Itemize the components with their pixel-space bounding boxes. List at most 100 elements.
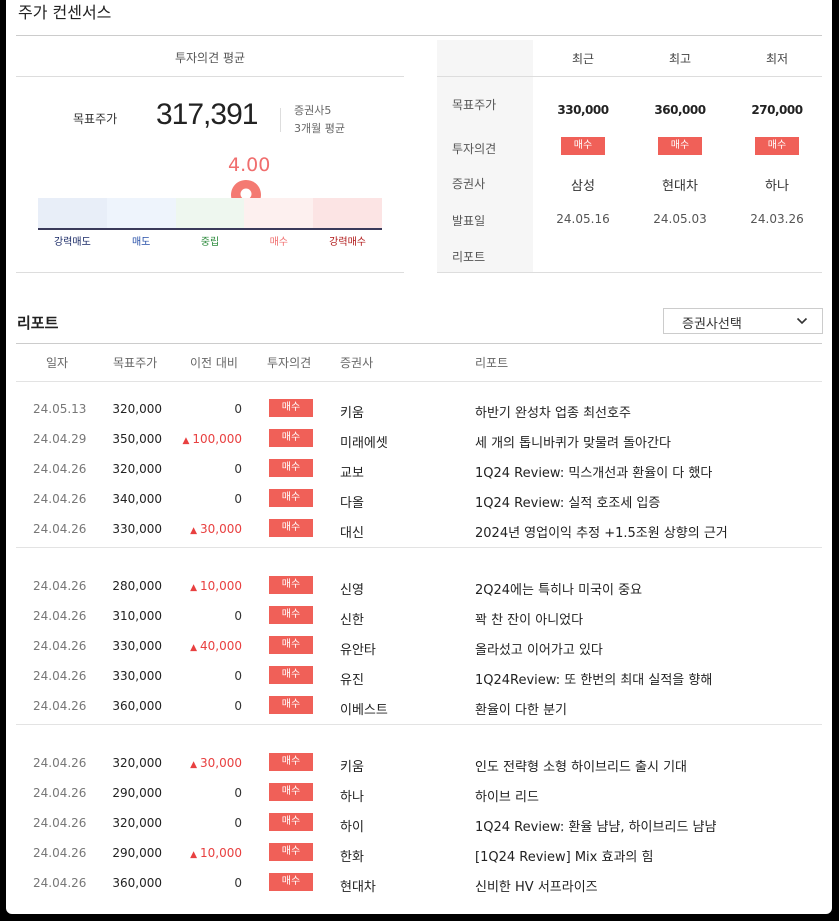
table-row[interactable]: 24.04.26 360,000 0 매수 현대차 신비한 HV 서프라이즈 (6, 869, 832, 899)
row-report-link[interactable]: 인도 전략형 소형 하이브리드 출시 기대 (475, 756, 687, 775)
average-period: 3개월 평균 (294, 122, 345, 135)
table-row[interactable]: 24.04.26 320,000 ▲ 30,000 매수 키움 인도 전략형 소형 하이브리… (6, 749, 832, 779)
row-report-link[interactable]: 2024년 영업이익 추정 +1.5조원 상향의 근거 (475, 522, 728, 541)
recent-opinion-badge: 매수 (561, 137, 605, 155)
table-row[interactable]: 24.04.29 350,000 ▲ 100,000 매수 미래에셋 세 개의 톱니바퀴가 … (6, 425, 832, 455)
table-row[interactable]: 24.04.26 360,000 0 매수 이베스트 환율이 다한 분기 (6, 692, 832, 722)
row-report-link[interactable]: 1Q24 Review: 환율 냠냠, 하이브리드 냠냠 (475, 816, 716, 835)
table-row[interactable]: 24.04.26 340,000 0 매수 다올 1Q24 Review: 실적 호조세 … (6, 485, 832, 515)
opinion-badge: 매수 (269, 666, 313, 684)
col-max: 최고 (668, 52, 692, 66)
triangle-up-icon: ▲ (190, 850, 197, 860)
header-firm: 증권사 (340, 356, 374, 370)
recent-firm: 삼성 (571, 179, 595, 194)
row-opinion: 매수 (269, 606, 313, 624)
row-report-link[interactable]: 1Q24 Review: 믹스개선과 환율이 다 했다 (475, 462, 712, 481)
row-opinion: 매수 (269, 489, 313, 507)
table-row[interactable]: 24.04.26 320,000 0 매수 하이 1Q24 Review: 환율 냠냠, … (6, 809, 832, 839)
row-opinion: 매수 (269, 873, 313, 891)
opinion-badge: 매수 (269, 843, 313, 861)
row-report-link[interactable]: 하이브 리드 (475, 786, 539, 805)
row-change-value: 30,000 (200, 756, 242, 770)
table-row[interactable]: 24.04.26 290,000 0 매수 하나 하이브 리드 (6, 779, 832, 809)
opinion-average-panel: 투자의견 평균 목표주가 317,391 증권사5 3개월 평균 4.00 강력… (16, 40, 404, 273)
row-opinion: 매수 (269, 666, 313, 684)
table-row[interactable]: 24.05.13 320,000 0 매수 키움 하반기 완성차 업종 최선호주 (6, 395, 832, 425)
triangle-up-icon: ▲ (190, 643, 197, 653)
row-change: 0 (166, 609, 242, 623)
row-report-link[interactable]: [1Q24 Review] Mix 효과의 힘 (475, 846, 653, 865)
row-opinion: 매수 (269, 459, 313, 477)
row-date: 24.04.26 (33, 699, 87, 713)
row-change-value: 100,000 (192, 432, 242, 446)
row-report-link[interactable]: 1Q24Review: 또 한번의 최대 실적을 향해 (475, 669, 712, 688)
table-row[interactable]: 24.04.26 330,000 ▲ 40,000 매수 유안타 올라섰고 이어가고 있다 (6, 632, 832, 662)
gauge-label: 강력매도 (53, 237, 91, 248)
table-row[interactable]: 24.04.26 320,000 0 매수 교보 1Q24 Review: 믹스개선과 환… (6, 455, 832, 485)
row-target-price: 290,000 (112, 786, 162, 800)
opinion-badge: 매수 (269, 783, 313, 801)
header-report: 리포트 (475, 356, 509, 370)
opinion-badge: 매수 (269, 429, 313, 447)
max-opinion-badge: 매수 (658, 137, 702, 155)
row-opinion: 매수 (269, 576, 313, 594)
row-target-price: 310,000 (112, 609, 162, 623)
table-row[interactable]: 24.04.26 280,000 ▲ 10,000 매수 신영 2Q24에는 특히나 미국이… (6, 572, 832, 602)
opinion-average-header: 투자의견 평균 (16, 40, 404, 77)
row-target-price: 320,000 (112, 816, 162, 830)
row-target-price: 330,000 (112, 639, 162, 653)
row-date: 24.04.26 (33, 522, 87, 536)
opinion-badge: 매수 (269, 519, 313, 537)
row-report-link[interactable]: 올라섰고 이어가고 있다 (475, 639, 603, 658)
row-report-link[interactable]: 신비한 HV 서프라이즈 (475, 876, 598, 895)
row-firm: 하나 (340, 790, 364, 805)
gauge-segment (106, 198, 176, 228)
consensus-panel: 주가 컨센서스 투자의견 평균 목표주가 317,391 증권사5 3개월 평균… (6, 0, 832, 914)
gauge-segment (244, 198, 314, 228)
table-row[interactable]: 24.04.26 310,000 0 매수 신한 꽉 찬 잔이 아니었다 (6, 602, 832, 632)
group-divider (16, 547, 822, 548)
min-price: 270,000 (751, 103, 803, 117)
gauge-segment (175, 198, 245, 228)
row-change-value: 0 (234, 669, 242, 683)
row-change: 0 (166, 876, 242, 890)
min-opinion-badge: 매수 (755, 137, 799, 155)
row-report-link[interactable]: 환율이 다한 분기 (475, 699, 567, 718)
row-report-link[interactable]: 세 개의 톱니바퀴가 맞물려 돌아간다 (475, 432, 671, 451)
table-row[interactable]: 24.04.26 330,000 0 매수 유진 1Q24Review: 또 한번의 최대… (6, 662, 832, 692)
row-opinion: 매수 (269, 399, 313, 417)
opinion-badge: 매수 (269, 576, 313, 594)
triangle-up-icon: ▲ (182, 436, 190, 446)
firm-select[interactable]: 증권사선택 (663, 308, 823, 334)
row-opinion: 매수 (269, 753, 313, 771)
row-report-link[interactable]: 1Q24 Review: 실적 호조세 입증 (475, 492, 660, 511)
firm-select-label: 증권사선택 (682, 317, 742, 332)
table-row[interactable]: 24.04.26 330,000 ▲ 30,000 매수 대신 2024년 영업이익 추정 … (6, 515, 832, 545)
row-change-value: 0 (234, 816, 242, 830)
row-report-link[interactable]: 2Q24에는 특히나 미국이 중요 (475, 579, 642, 598)
triangle-up-icon: ▲ (190, 526, 197, 536)
row-opinion: 매수 (269, 519, 313, 537)
table-row[interactable]: 24.04.26 290,000 ▲ 10,000 매수 한화 [1Q24 Review] … (6, 839, 832, 869)
header-opinion: 투자의견 (267, 356, 312, 370)
opinion-badge: 매수 (269, 753, 313, 771)
target-price-value: 317,391 (156, 98, 258, 131)
row-change: 0 (166, 492, 242, 506)
opinion-badge: 매수 (269, 459, 313, 477)
row-firm: 현대차 (340, 880, 376, 895)
opinion-badge: 매수 (269, 489, 313, 507)
row-firm: 하이 (340, 820, 364, 835)
row-opinion: 매수 (269, 783, 313, 801)
row-date: 24.05.13 (33, 402, 87, 416)
row-date: 24.04.26 (33, 639, 87, 653)
row-change-value: 0 (234, 876, 242, 890)
row-date: 24.04.26 (33, 492, 87, 506)
row-report-link[interactable]: 하반기 완성차 업종 최선호주 (475, 402, 631, 421)
row-change-value: 40,000 (200, 639, 242, 653)
row-report-link[interactable]: 꽉 찬 잔이 아니었다 (475, 609, 583, 628)
gauge-segment (38, 198, 107, 228)
row-change: 0 (166, 462, 242, 476)
row-firm: 신영 (340, 583, 364, 598)
opinion-score: 4.00 (228, 154, 271, 176)
gauge-label: 강력매수 (329, 237, 366, 248)
